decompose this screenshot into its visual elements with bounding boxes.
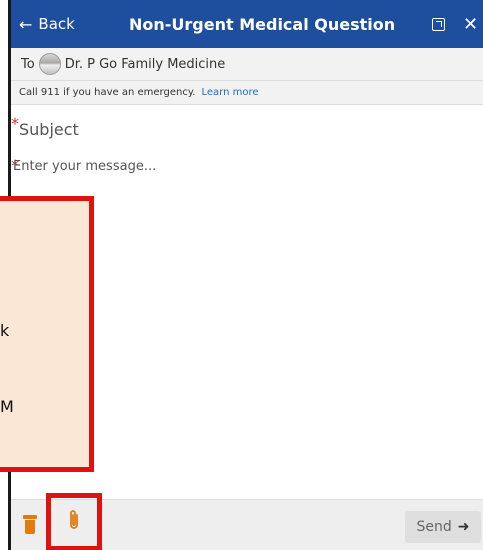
page-title: Non-Urgent Medical Question <box>129 14 396 34</box>
back-arrow-icon: ← <box>19 14 33 34</box>
back-label: Back <box>38 15 75 33</box>
header-bar: ← Back Non-Urgent Medical Question ✕ <box>11 0 483 48</box>
popout-icon[interactable] <box>432 18 445 31</box>
trash-lid <box>23 515 37 519</box>
close-icon[interactable]: ✕ <box>463 0 478 48</box>
back-button[interactable]: ← Back <box>19 0 75 48</box>
trash-can <box>25 520 35 534</box>
callout-text-2: M <box>0 397 14 416</box>
attachment-highlight <box>46 493 102 550</box>
paperclip-icon[interactable] <box>68 509 80 531</box>
footer-toolbar: Send ➜ <box>11 493 483 550</box>
subject-row: * <box>11 110 483 146</box>
recipient-name: Dr. P Go Family Medicine <box>64 56 226 72</box>
callout-text-1: k <box>0 321 10 340</box>
required-marker: * <box>11 114 19 133</box>
to-label: To <box>21 56 35 72</box>
emergency-text: Call 911 if you have an emergency. <box>19 87 196 98</box>
emergency-notice: Call 911 if you have an emergency. Learn… <box>11 81 483 105</box>
avatar <box>38 53 61 75</box>
trash-icon[interactable] <box>23 515 37 535</box>
subject-input[interactable] <box>19 116 469 142</box>
recipient-row: To Dr. P Go Family Medicine <box>11 48 483 81</box>
tooltip-callout: k M <box>0 196 94 472</box>
send-arrow-icon: ➜ <box>457 519 470 535</box>
learn-more-link[interactable]: Learn more <box>202 87 259 98</box>
send-button[interactable]: Send ➜ <box>405 511 481 543</box>
send-label: Send <box>416 519 452 535</box>
